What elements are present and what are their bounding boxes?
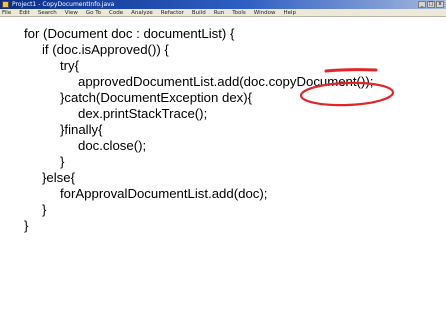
menu-tools[interactable]: Tools xyxy=(232,9,246,17)
code-line: } xyxy=(24,218,29,233)
maximize-button[interactable]: □ xyxy=(427,1,435,8)
code-line: } xyxy=(42,202,47,217)
minimize-button[interactable]: _ xyxy=(418,1,426,8)
code-line: } xyxy=(60,154,65,169)
code-line: forApprovalDocumentList.add(doc); xyxy=(60,186,268,201)
code-line: dex.printStackTrace(); xyxy=(78,106,208,121)
menu-bar: File Edit Search View Go To Code Analyze… xyxy=(0,9,446,17)
menu-analyze[interactable]: Analyze xyxy=(131,9,153,17)
menu-view[interactable]: View xyxy=(65,9,78,17)
code-line: }finally{ xyxy=(60,122,103,137)
code-line: for (Document doc : documentList) { xyxy=(24,26,235,41)
code-editor[interactable]: for (Document doc : documentList) { if (… xyxy=(0,18,446,329)
code-line: approvedDocumentList.add(doc.copyDocumen… xyxy=(78,74,374,89)
code-line: doc.close(); xyxy=(78,138,147,153)
app-icon xyxy=(2,1,9,8)
code-line: }else{ xyxy=(42,170,76,185)
code-line: }catch(DocumentException dex){ xyxy=(60,90,253,105)
menu-code[interactable]: Code xyxy=(109,9,123,17)
window-controls: _ □ x xyxy=(418,1,444,8)
menu-run[interactable]: Run xyxy=(214,9,225,17)
menu-refactor[interactable]: Refactor xyxy=(161,9,184,17)
close-button[interactable]: x xyxy=(436,1,444,8)
code-line: if (doc.isApproved()) { xyxy=(42,42,169,57)
menu-build[interactable]: Build xyxy=(192,9,206,17)
ide-window: Project1 - CopyDocumentInfo.java _ □ x F… xyxy=(0,0,446,329)
menu-search[interactable]: Search xyxy=(38,9,57,17)
menu-goto[interactable]: Go To xyxy=(86,9,101,17)
menu-help[interactable]: Help xyxy=(283,9,296,17)
code-line: try{ xyxy=(60,58,80,73)
menu-window[interactable]: Window xyxy=(254,9,276,17)
menu-edit[interactable]: Edit xyxy=(19,9,30,17)
menu-file[interactable]: File xyxy=(2,9,11,17)
